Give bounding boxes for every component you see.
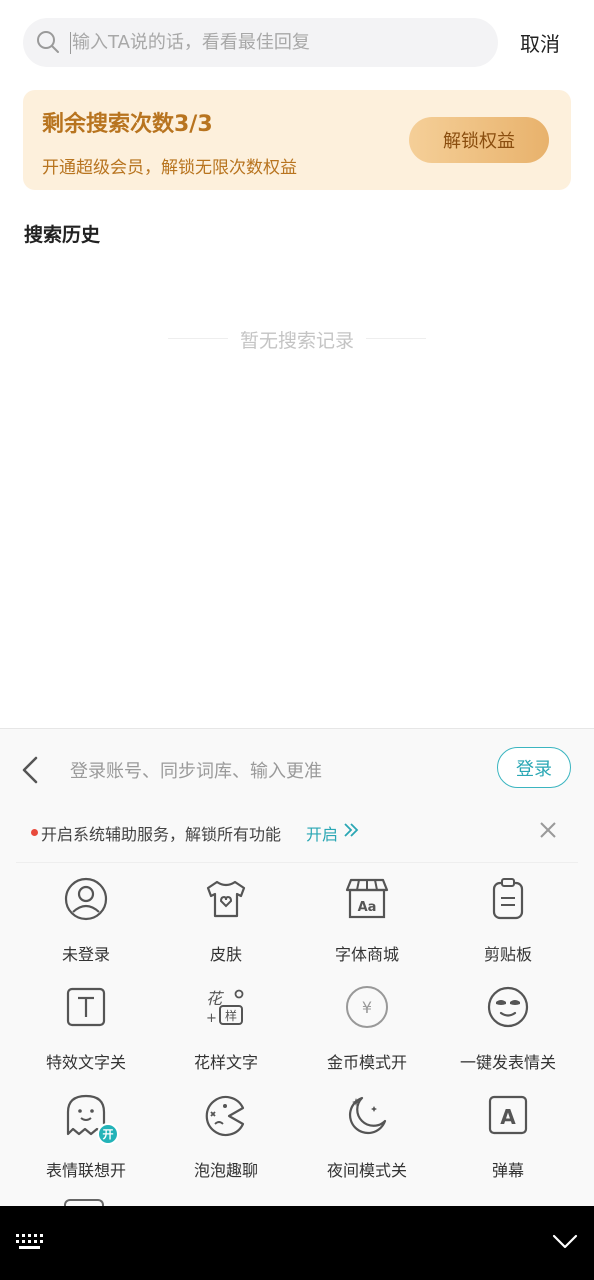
coin-icon: ¥ bbox=[346, 986, 388, 1028]
accessibility-notice: 开启系统辅助服务，解锁所有功能 开启 bbox=[16, 801, 578, 863]
tool-text-effect[interactable]: 特效文字关 bbox=[16, 979, 156, 1087]
tool-bubble-chat[interactable]: 泡泡趣聊 bbox=[156, 1087, 296, 1195]
tool-label: 一键发表情关 bbox=[459, 1053, 556, 1072]
tool-label: 剪贴板 bbox=[483, 945, 532, 964]
font-store-icon: Aa bbox=[345, 878, 389, 919]
on-badge: 开 bbox=[97, 1123, 119, 1145]
fancy-text-icon: 花 + 样 bbox=[206, 989, 244, 1026]
tool-emoji-suggest[interactable]: 开 表情联想开 bbox=[16, 1087, 156, 1195]
tool-one-tap-emoji[interactable]: 一键发表情关 bbox=[438, 979, 578, 1087]
unlock-benefits-button[interactable]: 解锁权益 bbox=[409, 117, 549, 163]
svg-text:样: 样 bbox=[225, 1008, 237, 1023]
search-input[interactable] bbox=[70, 18, 470, 67]
tool-night-mode[interactable]: 夜间模式关 bbox=[297, 1087, 437, 1195]
search-icon bbox=[37, 31, 59, 53]
svg-text:+: + bbox=[206, 1011, 217, 1026]
bubble-chat-icon bbox=[205, 1095, 245, 1137]
search-page: 取消 剩余搜索次数3/3 开通超级会员，解锁无限次数权益 解锁权益 搜索历史 暂… bbox=[0, 0, 594, 1280]
tool-label: 表情联想开 bbox=[45, 1161, 126, 1180]
system-nav-bar bbox=[0, 1206, 594, 1280]
tool-not-logged-in[interactable]: 未登录 bbox=[16, 871, 156, 979]
tool-label: 字体商城 bbox=[334, 945, 399, 964]
cancel-button[interactable]: 取消 bbox=[520, 28, 560, 57]
notice-text: 开启系统辅助服务，解锁所有功能 bbox=[41, 825, 282, 844]
promo-subtitle: 开通超级会员，解锁无限次数权益 bbox=[42, 158, 297, 178]
text-cursor bbox=[70, 32, 71, 54]
keyboard-icon[interactable] bbox=[16, 1234, 46, 1252]
notice-dot bbox=[31, 829, 38, 836]
empty-history-text: 暂无搜索记录 bbox=[239, 330, 354, 352]
hide-keyboard-chevron-icon[interactable] bbox=[552, 1232, 578, 1252]
close-icon[interactable] bbox=[539, 821, 557, 839]
tool-font-store[interactable]: Aa 字体商城 bbox=[297, 871, 437, 979]
danmaku-icon: A bbox=[488, 1095, 528, 1135]
svg-text:¥: ¥ bbox=[362, 998, 372, 1017]
clipboard-icon bbox=[492, 878, 524, 920]
tool-label: 花样文字 bbox=[193, 1053, 258, 1072]
tool-label: 皮肤 bbox=[209, 945, 242, 964]
svg-text:Aa: Aa bbox=[358, 900, 377, 915]
tool-label: 夜间模式关 bbox=[326, 1161, 407, 1180]
emoji-face-icon bbox=[487, 986, 529, 1028]
text-effect-icon bbox=[66, 987, 106, 1027]
user-icon bbox=[64, 877, 108, 921]
search-header: 取消 bbox=[0, 0, 594, 86]
notice-open-link[interactable]: 开启 bbox=[306, 821, 338, 845]
tool-label: 特效文字关 bbox=[45, 1053, 126, 1072]
login-hint-text: 登录账号、同步词库、输入更准 bbox=[70, 761, 322, 782]
double-chevron-right-icon[interactable] bbox=[343, 821, 359, 839]
tool-label: 泡泡趣聊 bbox=[193, 1161, 258, 1180]
tool-coin-mode[interactable]: ¥ 金币模式开 bbox=[297, 979, 437, 1087]
tool-fancy-text[interactable]: 花 + 样 花样文字 bbox=[156, 979, 296, 1087]
keyboard-toolbar-panel: 登录账号、同步词库、输入更准 登录 开启系统辅助服务，解锁所有功能 开启 未登录… bbox=[0, 728, 594, 1207]
login-button[interactable]: 登录 bbox=[497, 747, 571, 788]
remaining-searches-title: 剩余搜索次数3/3 bbox=[42, 112, 213, 137]
svg-text:A: A bbox=[500, 1105, 516, 1129]
moon-icon bbox=[348, 1096, 387, 1135]
tool-clipboard[interactable]: 剪贴板 bbox=[438, 871, 578, 979]
tshirt-icon bbox=[206, 880, 246, 918]
tool-label: 弹幕 bbox=[491, 1161, 524, 1180]
search-history-title: 搜索历史 bbox=[24, 224, 101, 246]
tool-label: 未登录 bbox=[61, 945, 110, 964]
tool-skin[interactable]: 皮肤 bbox=[156, 871, 296, 979]
back-chevron-icon[interactable] bbox=[18, 755, 44, 785]
tool-label: 金币模式开 bbox=[326, 1053, 407, 1072]
tool-danmaku[interactable]: A 弹幕 bbox=[438, 1087, 578, 1195]
promo-banner: 剩余搜索次数3/3 开通超级会员，解锁无限次数权益 解锁权益 bbox=[23, 90, 571, 190]
